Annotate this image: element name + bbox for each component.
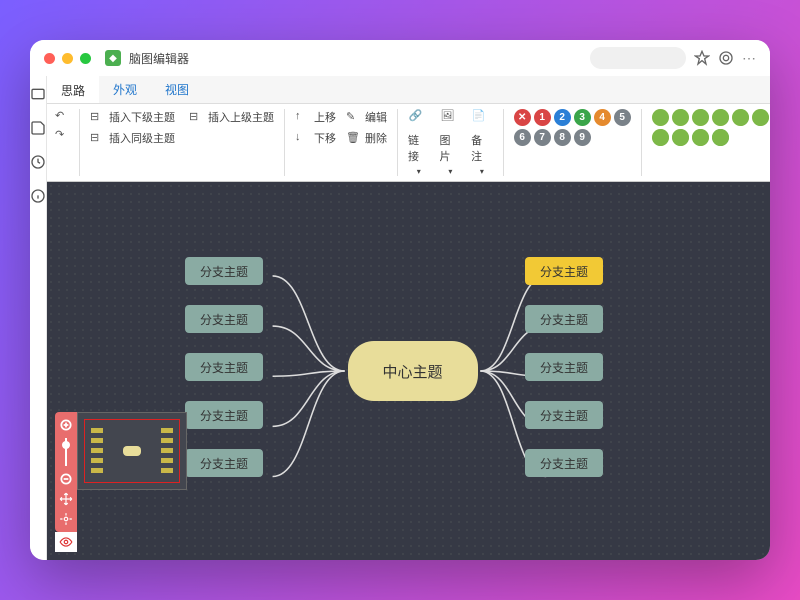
priority-badge[interactable]: ✕: [514, 109, 531, 126]
branch-node[interactable]: 分支主题: [525, 305, 603, 333]
progress-pie[interactable]: [652, 109, 669, 126]
link-icon: 🔗: [409, 109, 429, 129]
undo-icon: ↶: [55, 109, 69, 123]
eye-icon: [59, 535, 73, 549]
progress-pies: ✓: [652, 109, 770, 146]
tab-appearance[interactable]: 外观: [99, 76, 151, 103]
center-node[interactable]: 中心主题: [348, 341, 478, 401]
save-icon[interactable]: [30, 120, 46, 136]
progress-pie[interactable]: [732, 109, 749, 126]
branch-node[interactable]: 分支主题: [525, 353, 603, 381]
link-button[interactable]: 🔗链接▾: [408, 109, 430, 176]
target-icon[interactable]: [718, 50, 734, 66]
info-icon[interactable]: [30, 188, 46, 204]
priority-badge[interactable]: 3: [574, 109, 591, 126]
arrow-up-icon: ↑: [295, 110, 309, 124]
branch-node[interactable]: 分支主题: [185, 305, 263, 333]
priority-badge[interactable]: 7: [534, 129, 551, 146]
progress-pie[interactable]: [712, 109, 729, 126]
move-up-button[interactable]: ↑上移: [295, 109, 336, 125]
edit-button[interactable]: ✎编辑: [346, 109, 387, 125]
minimap[interactable]: [77, 412, 187, 490]
search-input[interactable]: [590, 47, 686, 69]
progress-pie[interactable]: ✓: [712, 129, 729, 146]
titlebar: ◆ 脑图编辑器 ⋯: [30, 40, 770, 76]
branch-node[interactable]: 分支主题: [185, 257, 263, 285]
eye-toggle[interactable]: [55, 532, 77, 552]
priority-badge[interactable]: 4: [594, 109, 611, 126]
pencil-icon: ✎: [346, 110, 360, 124]
redo-button[interactable]: ↷: [55, 128, 69, 142]
insert-sub-button[interactable]: ⊟插入下级主题: [90, 109, 175, 125]
progress-pie[interactable]: [692, 109, 709, 126]
node-icon: ⊟: [90, 110, 104, 124]
node-icon: ⊟: [90, 131, 104, 145]
undo-button[interactable]: ↶: [55, 109, 69, 123]
redo-icon: ↷: [55, 128, 69, 142]
more-icon[interactable]: ⋯: [742, 50, 756, 67]
progress-pie[interactable]: [752, 109, 769, 126]
delete-button[interactable]: 🗑删除: [346, 130, 387, 146]
zoom-in-icon[interactable]: [59, 418, 73, 432]
zoom-slider[interactable]: [65, 438, 67, 466]
branch-node[interactable]: 分支主题: [525, 449, 603, 477]
branch-node[interactable]: 分支主题: [185, 449, 263, 477]
left-sidebar: [30, 76, 47, 560]
minimize-button[interactable]: [62, 53, 73, 64]
note-icon: 📄: [472, 109, 492, 129]
priority-badge[interactable]: 5: [614, 109, 631, 126]
image-button[interactable]: 🖼图片▾: [440, 109, 462, 176]
branch-node[interactable]: 分支主题: [525, 401, 603, 429]
move-down-button[interactable]: ↓下移: [295, 130, 336, 146]
progress-pie[interactable]: [652, 129, 669, 146]
navigator-panel: [55, 412, 187, 552]
locate-icon[interactable]: [59, 512, 73, 526]
priority-badge[interactable]: 1: [534, 109, 551, 126]
branch-node[interactable]: 分支主题: [185, 353, 263, 381]
tab-view[interactable]: 视图: [151, 76, 203, 103]
history-icon[interactable]: [30, 154, 46, 170]
app-icon: ◆: [105, 50, 121, 66]
close-button[interactable]: [44, 53, 55, 64]
insert-sib-button[interactable]: ⊟插入同级主题: [90, 130, 274, 146]
arrow-down-icon: ↓: [295, 131, 309, 145]
canvas[interactable]: 中心主题: [47, 182, 770, 560]
app-title: 脑图编辑器: [129, 50, 189, 67]
insert-sup-button[interactable]: ⊟插入上级主题: [189, 109, 274, 125]
ribbon: ↶ ↷ ⊟插入下级主题 ⊟插入上级主题 ⊟插入同级主题 ↑上移 ↓下移: [47, 104, 770, 182]
note-button[interactable]: 📄备注▾: [471, 109, 493, 176]
priority-badge[interactable]: 8: [554, 129, 571, 146]
tabs: 思路 外观 视图: [47, 76, 770, 104]
priority-badge[interactable]: 9: [574, 129, 591, 146]
window: ◆ 脑图编辑器 ⋯ 思路 外观 视图 ↶ ↷: [30, 40, 770, 560]
pin-icon[interactable]: [694, 50, 710, 66]
image-icon: 🖼: [440, 109, 460, 129]
progress-pie[interactable]: [672, 129, 689, 146]
node-icon: ⊟: [189, 110, 203, 124]
window-controls: [44, 53, 91, 64]
nav-toolbar: [55, 412, 77, 532]
zoom-out-icon[interactable]: [59, 472, 73, 486]
progress-pie[interactable]: [672, 109, 689, 126]
priority-badges: ✕12345 6789: [514, 109, 632, 146]
priority-badge[interactable]: 6: [514, 129, 531, 146]
trash-icon: 🗑: [346, 131, 360, 145]
folder-icon[interactable]: [30, 86, 46, 102]
priority-badge[interactable]: 2: [554, 109, 571, 126]
maximize-button[interactable]: [80, 53, 91, 64]
branch-node[interactable]: 分支主题: [525, 257, 603, 285]
tab-thought[interactable]: 思路: [47, 76, 99, 103]
move-icon[interactable]: [59, 492, 73, 506]
progress-pie[interactable]: [692, 129, 709, 146]
branch-node[interactable]: 分支主题: [185, 401, 263, 429]
